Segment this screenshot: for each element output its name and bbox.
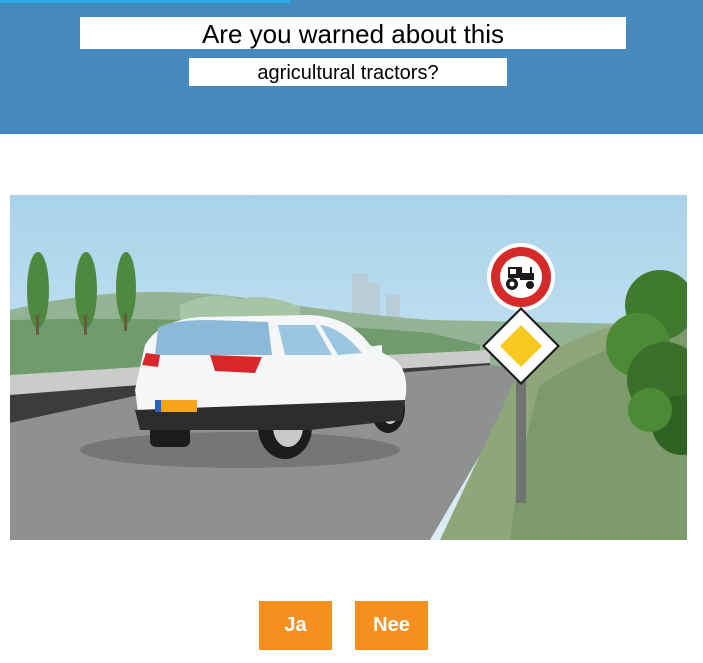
question-text-line-1: Are you warned about this [80,17,626,49]
answer-yes-button[interactable]: Ja [259,601,332,650]
question-text-line-2: agricultural tractors? [189,58,507,86]
question-header: Are you warned about this agricultural t… [0,0,703,134]
answer-no-button[interactable]: Nee [355,601,428,650]
header-accent-line [0,0,290,3]
question-illustration [10,195,687,540]
